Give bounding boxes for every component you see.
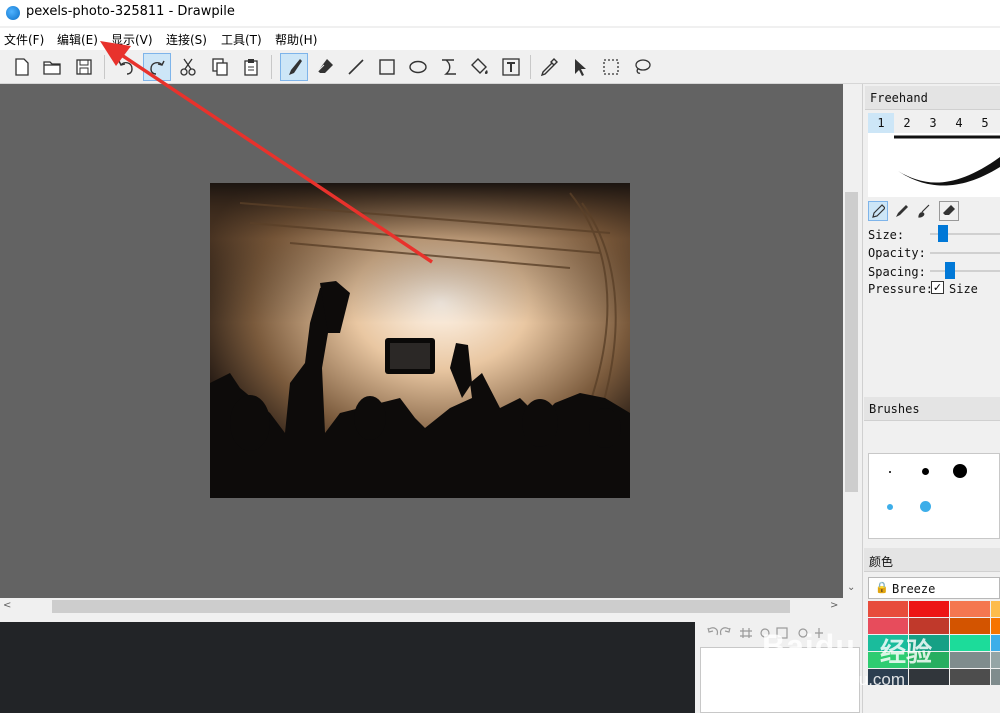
copy-icon[interactable] (206, 53, 234, 81)
canvas-view[interactable] (0, 84, 843, 598)
opacity-label: Opacity: (868, 246, 926, 260)
concert-photo[interactable] (210, 183, 630, 498)
eraser-mode-icon[interactable] (939, 201, 959, 221)
brush-preset-tabs: 1 2 3 4 5 (868, 113, 1000, 133)
toolbar-separator (271, 55, 272, 79)
bezier-icon[interactable] (435, 53, 463, 81)
toolbar-separator (530, 55, 531, 79)
eraser-icon[interactable] (311, 53, 339, 81)
save-icon[interactable] (70, 53, 98, 81)
palette-selector[interactable]: 🔒 Breeze (868, 577, 1000, 599)
brush-preset[interactable] (887, 504, 893, 510)
preset-tab-4[interactable]: 4 (946, 113, 972, 133)
scroll-left-icon[interactable]: < (3, 600, 11, 611)
undo-icon[interactable] (112, 53, 140, 81)
palette-name: Breeze (892, 582, 936, 596)
color-swatch[interactable] (991, 601, 1000, 617)
color-picker-icon[interactable] (535, 53, 563, 81)
scroll-right-icon[interactable]: > (830, 600, 838, 611)
baidu-watermark: Baidu 经验 jingyan.baidu.com (762, 628, 998, 708)
open-folder-icon[interactable] (38, 53, 66, 81)
spacing-slider-thumb[interactable] (945, 262, 956, 279)
brush-preset[interactable] (922, 468, 929, 475)
rect-select-icon[interactable] (597, 53, 625, 81)
fill-bucket-icon[interactable] (466, 53, 494, 81)
color-swatch[interactable] (950, 601, 990, 617)
spacing-label: Spacing: (868, 265, 926, 279)
line-icon[interactable] (342, 53, 370, 81)
scroll-down-icon[interactable]: ⌄ (847, 582, 855, 593)
color-title: 颜色 (864, 548, 1000, 572)
watermark-brand: Baidu (762, 628, 856, 664)
watermark-url: jingyan.baidu.com (768, 670, 906, 689)
preset-tab-3[interactable]: 3 (920, 113, 946, 133)
pressure-label: Pressure: (868, 282, 934, 296)
rectangle-icon[interactable] (373, 53, 401, 81)
brush-stroke-preview (868, 133, 1000, 197)
preset-tab-1[interactable]: 1 (868, 113, 894, 133)
brush-preset[interactable] (920, 501, 931, 512)
paste-icon[interactable] (237, 53, 265, 81)
color-swatch[interactable] (868, 601, 908, 617)
brushes-title: Brushes (864, 397, 1000, 421)
opacity-slider-track[interactable] (930, 252, 1000, 254)
pressure-size-label: Size (949, 282, 978, 296)
lasso-icon[interactable] (628, 53, 656, 81)
ellipse-icon[interactable] (404, 53, 432, 81)
horizontal-scrollbar[interactable]: < > (0, 598, 843, 615)
menu-bar: 文件(F) 编辑(E) 显示(V) 连接(S) 工具(T) 帮助(H) (0, 28, 1000, 50)
brush-preset[interactable] (889, 471, 891, 473)
color-swatch[interactable] (909, 601, 949, 617)
size-slider-thumb[interactable] (938, 225, 949, 242)
menu-help[interactable]: 帮助(H) (275, 31, 317, 48)
new-document-icon[interactable] (8, 53, 36, 81)
lock-icon: 🔒 (875, 581, 889, 594)
tool-settings-title: Freehand (865, 86, 1000, 110)
freehand-brush-icon[interactable] (280, 53, 308, 81)
pixel-brush-icon[interactable] (868, 201, 888, 221)
size-label: Size: (868, 228, 905, 242)
drawpile-logo-icon (6, 6, 20, 20)
window-title: pexels-photo-325811 - Drawpile (26, 4, 235, 19)
watermark-cn: 经验 (880, 638, 933, 668)
vertical-scrollbar[interactable]: ⌄ (843, 84, 860, 598)
menu-session[interactable]: 连接(S) (166, 31, 207, 48)
brushes-list[interactable] (868, 453, 1000, 539)
spacing-slider-track[interactable] (930, 270, 1000, 272)
pressure-size-checkbox[interactable]: ✓ (931, 281, 944, 294)
cut-icon[interactable] (174, 53, 202, 81)
title-bar: pexels-photo-325811 - Drawpile (0, 0, 1000, 26)
vertical-scroll-thumb[interactable] (845, 192, 858, 492)
preset-tab-5[interactable]: 5 (972, 113, 998, 133)
chat-panel[interactable] (0, 622, 695, 713)
menu-file[interactable]: 文件(F) (4, 31, 44, 48)
toolbar-separator (104, 55, 105, 79)
select-arrow-icon[interactable] (566, 53, 594, 81)
menu-edit[interactable]: 编辑(E) (57, 31, 98, 48)
preset-tab-2[interactable]: 2 (894, 113, 920, 133)
horizontal-scroll-thumb[interactable] (52, 600, 790, 613)
text-icon[interactable] (497, 53, 525, 81)
smudge-brush-icon[interactable] (914, 201, 934, 221)
menu-view[interactable]: 显示(V) (111, 31, 153, 48)
redo-icon[interactable] (143, 53, 171, 81)
brush-preset[interactable] (953, 464, 967, 478)
main-toolbar (0, 50, 1000, 84)
menu-tools[interactable]: 工具(T) (221, 31, 262, 48)
soft-brush-icon[interactable] (891, 201, 911, 221)
